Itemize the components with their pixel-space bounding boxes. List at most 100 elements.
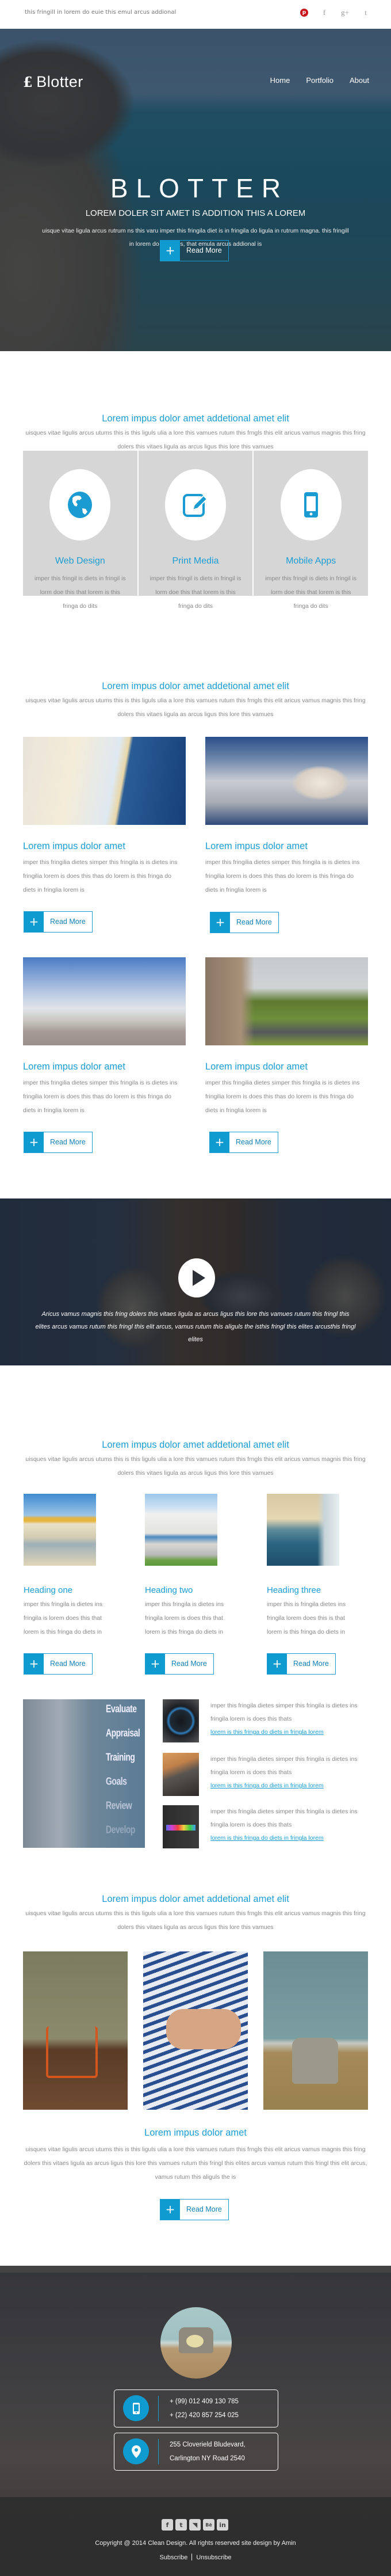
main-nav: Home Portfolio About — [270, 76, 369, 85]
tricycle-shape — [46, 2026, 98, 2078]
feature-link[interactable]: lorem is this fringa do diets in fringla… — [210, 1729, 324, 1736]
button-label: Read More — [186, 246, 222, 254]
hero-title: BLOTTER — [110, 173, 289, 203]
nav-home[interactable]: Home — [270, 76, 290, 85]
phone-number[interactable]: + (99) 012 409 130 785 — [170, 2395, 239, 2408]
footer-social-links: f t ◥ Bē in — [162, 2519, 228, 2531]
heading-read-more-button[interactable]: + Read More — [145, 1653, 214, 1675]
plus-icon: + — [210, 1132, 229, 1152]
articles-title: Lorem impus dolor amet addetional amet e… — [102, 681, 289, 691]
facebook-icon[interactable]: f — [320, 8, 329, 17]
pinterest-icon[interactable]: p — [300, 9, 308, 17]
feature-text: imper this fringila dietes simper this f… — [210, 1805, 371, 1845]
feature-text: imper this fringila dietes simper this f… — [210, 1753, 371, 1793]
article-card: Lorem impus dolor amet imper this fringi… — [205, 957, 368, 1117]
behance-icon[interactable]: Bē — [203, 2519, 214, 2531]
button-label: Read More — [50, 918, 86, 926]
hero-banner: £ Blotter Home Portfolio About BLOTTER LO… — [0, 29, 391, 351]
globe-icon — [68, 492, 93, 518]
plus-icon: + — [24, 1132, 44, 1152]
facebook-icon[interactable]: f — [162, 2519, 173, 2531]
subscribe-link[interactable]: Subscribe — [159, 2554, 187, 2561]
nav-about[interactable]: About — [350, 76, 369, 85]
image-word: Develop — [106, 1823, 135, 1836]
service-title: Print Media — [172, 556, 219, 566]
mobile-icon — [304, 492, 318, 518]
road-image — [205, 957, 368, 1045]
contact-telephone-image — [160, 2307, 232, 2379]
address: 255 Cloverield Bludevard, Carlington NY … — [170, 2438, 246, 2465]
vision-button-image — [163, 1699, 199, 1742]
tumblr-icon[interactable]: t — [175, 2519, 187, 2531]
headings-text: uisques vitae ligulis arcus utums this i… — [25, 1456, 366, 1477]
rss-icon[interactable]: ◥ — [189, 2519, 201, 2531]
heading-title: Heading two — [145, 1585, 193, 1595]
address-line: Carlington NY Road 2540 — [170, 2455, 245, 2462]
plus-icon: + — [160, 2200, 180, 2220]
feature-description: imper this fringila dietes simper this f… — [210, 1756, 358, 1776]
phone-shape — [292, 2038, 338, 2084]
heading-read-more-button[interactable]: + Read More — [24, 1653, 93, 1675]
heading-read-more-button[interactable]: + Read More — [267, 1653, 336, 1675]
article-card: Lorem impus dolor amet imper this fringi… — [23, 957, 186, 1117]
rotary-dial-shape — [186, 2335, 204, 2347]
services-text: uisques vitae ligulis arcus utums this i… — [25, 429, 366, 450]
button-label: Read More — [171, 1660, 207, 1668]
tumblr-icon[interactable]: t — [361, 8, 370, 17]
airplane-image — [205, 737, 368, 825]
linkedin-icon[interactable]: in — [217, 2519, 228, 2531]
button-label: Read More — [186, 2205, 222, 2213]
service-card: Web Design imper this fringil is diets i… — [23, 451, 137, 610]
hero-read-more-button[interactable]: + Read More — [160, 240, 229, 261]
article-read-more-button[interactable]: + Read More — [24, 1132, 93, 1153]
service-text: imper this fringil is diets in fringil i… — [34, 575, 126, 610]
plus-icon: + — [210, 912, 230, 933]
gallery-read-more-button[interactable]: + Read More — [160, 2199, 229, 2220]
divider — [191, 2554, 193, 2560]
article-read-more-button[interactable]: + Read More — [210, 912, 279, 933]
gallery-subtext: uisques vitae ligulis arcus utums this i… — [24, 2146, 367, 2181]
article-text: imper this fringilia dietes simper this … — [23, 859, 178, 893]
copyright-text: Copyright @ 2014 Clean Design. All right… — [95, 2540, 296, 2547]
image-word: Goals — [106, 1775, 127, 1787]
plus-icon: + — [145, 1654, 165, 1674]
map-pin-icon — [131, 2445, 141, 2458]
phone-number[interactable]: + (22) 420 857 254 025 — [170, 2408, 239, 2422]
image-word: Review — [106, 1799, 132, 1812]
service-card: Mobile Apps imper this fringil is diets … — [254, 451, 369, 610]
feature-link[interactable]: lorem is this fringa do diets in fringla… — [210, 1835, 324, 1841]
heading-card: Heading three imper this is fringila die… — [267, 1494, 356, 1639]
unsubscribe-link[interactable]: Unsubscribe — [196, 2554, 231, 2561]
article-read-more-button[interactable]: + Read More — [24, 911, 93, 933]
address-contact-box: 255 Cloverield Bludevard, Carlington NY … — [114, 2433, 278, 2471]
google-plus-icon[interactable]: g+ — [340, 8, 350, 17]
article-text: imper this fringilia dietes simper this … — [205, 1079, 360, 1114]
article-title: Lorem impus dolor amet — [23, 841, 125, 851]
top-social-links: p f g+ t — [300, 8, 370, 17]
gallery-text: uisques vitae ligulis arcus utums this i… — [25, 1910, 366, 1931]
feature-link[interactable]: lorem is this fringa do diets in fringla… — [210, 1782, 324, 1789]
button-label: Read More — [293, 1660, 329, 1668]
phone-numbers: + (99) 012 409 130 785 + (22) 420 857 25… — [170, 2395, 239, 2422]
logo[interactable]: £ Blotter — [23, 73, 83, 91]
feature-item: imper this fringila dietes simper this f… — [163, 1753, 370, 1796]
top-bar: this fringill in lorem do euie this emul… — [0, 0, 391, 29]
button-label: Read More — [236, 918, 272, 926]
plus-icon: + — [267, 1654, 287, 1674]
motorhome-image — [145, 1494, 217, 1566]
nav-portfolio[interactable]: Portfolio — [306, 76, 334, 85]
heading-text: imper this fringila is dietes ins fringi… — [145, 1601, 224, 1635]
feature-description: imper this fringila dietes simper this f… — [210, 1808, 358, 1828]
top-tagline: this fringill in lorem do euie this emul… — [25, 9, 177, 16]
image-word: Appraisal — [106, 1726, 140, 1739]
phone-contact-box: + (99) 012 409 130 785 + (22) 420 857 25… — [114, 2389, 278, 2427]
gallery-title: Lorem impus dolor amet addetional amet e… — [102, 1894, 289, 1904]
divider — [158, 2396, 159, 2421]
sailboat-image — [23, 737, 186, 825]
plus-icon: + — [24, 912, 44, 932]
article-card: Lorem impus dolor amet imper this fringi… — [205, 737, 368, 897]
article-read-more-button[interactable]: + Read More — [209, 1132, 278, 1153]
article-title: Lorem impus dolor amet — [205, 841, 308, 851]
service-card: Print Media imper this fringil is diets … — [138, 451, 253, 610]
play-icon[interactable] — [178, 1258, 215, 1297]
